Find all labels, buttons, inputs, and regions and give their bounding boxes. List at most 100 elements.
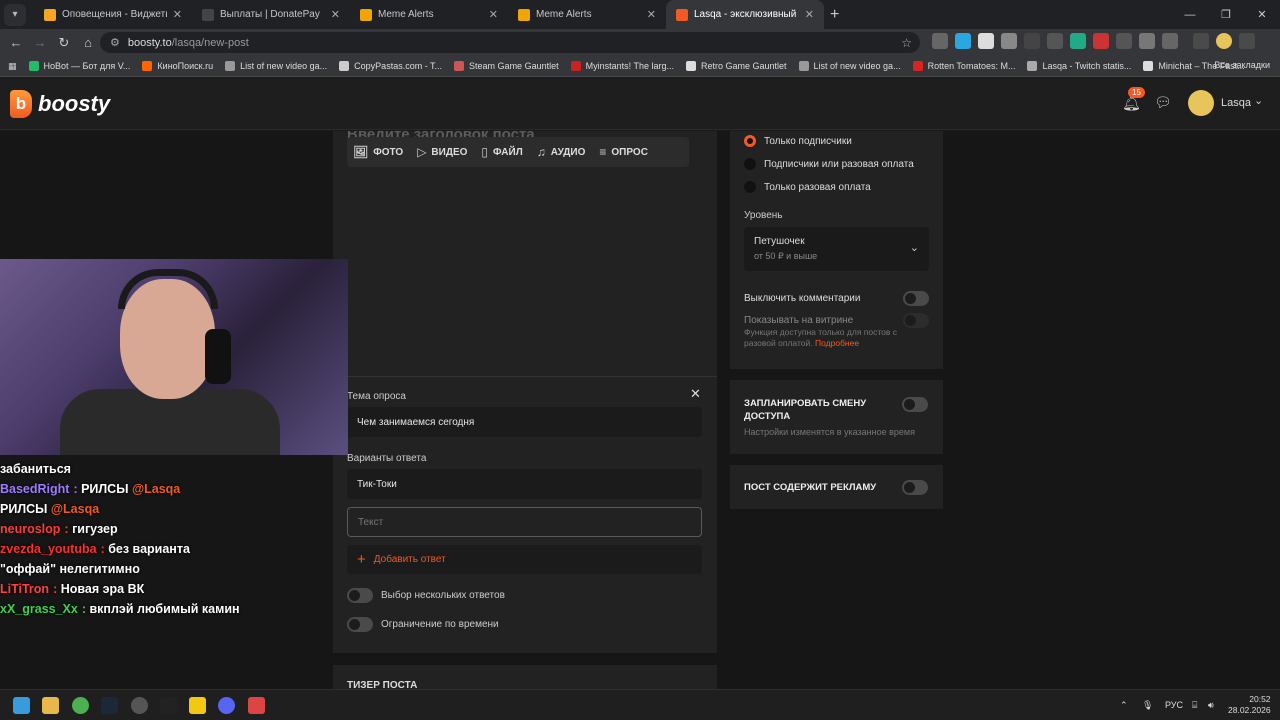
home-icon[interactable]: ⌂ <box>76 35 100 50</box>
windows-start-icon[interactable] <box>13 697 30 714</box>
radio-subscribers-or-payment[interactable]: Подписчики или разовая оплата <box>744 158 914 170</box>
radio-button[interactable] <box>744 181 756 193</box>
close-tab-icon[interactable]: ✕ <box>489 8 498 21</box>
volume-icon[interactable]: 🔊︎ <box>1208 700 1214 711</box>
extension-icon[interactable] <box>1047 33 1063 49</box>
chat-message: "оффай" нелегитимно <box>0 562 140 576</box>
steam-icon[interactable] <box>101 697 118 714</box>
more-link[interactable]: Подробнее <box>815 338 859 348</box>
time-limit-toggle[interactable]: Ограничение по времени <box>347 617 499 632</box>
bookmark[interactable]: Steam Game Gauntlet <box>454 61 559 71</box>
minimize-icon[interactable]: — <box>1172 0 1208 29</box>
explorer-icon[interactable] <box>42 697 59 714</box>
memealerts-favicon-icon <box>360 8 372 21</box>
app-icon[interactable] <box>189 697 206 714</box>
divider <box>333 376 717 377</box>
browser-tab[interactable]: Meme Alerts ✕ <box>508 0 666 29</box>
bookmark[interactable]: List of new video ga... <box>225 61 327 71</box>
add-audio-button[interactable]: ♫ АУДИО <box>537 145 586 159</box>
browser-tab[interactable]: Оповещения - Виджеты - Don✕ <box>34 0 192 29</box>
disable-comments-toggle[interactable] <box>903 291 929 306</box>
radio-payment-only[interactable]: Только разовая оплата <box>744 181 871 193</box>
app-icon[interactable] <box>160 697 177 714</box>
multi-answer-toggle[interactable]: Выбор нескольких ответов <box>347 588 505 603</box>
restore-icon[interactable]: ❐ <box>1208 0 1244 29</box>
poll-topic-input[interactable]: Чем занимаемся сегодня <box>347 407 702 437</box>
network-icon[interactable]: ⌸ <box>1192 700 1197 711</box>
profile-icon[interactable] <box>1216 33 1232 49</box>
forward-icon[interactable]: → <box>28 35 52 50</box>
ads-toggle[interactable] <box>902 480 928 495</box>
menu-icon[interactable] <box>1239 33 1255 49</box>
poll-answers-label: Варианты ответа <box>347 453 427 464</box>
bookmark[interactable]: CopyPastas.com - T... <box>339 61 442 71</box>
chat-message: РИЛСЫ @Lasqa <box>0 502 100 516</box>
extension-icon[interactable] <box>1116 33 1132 49</box>
mic-tray-icon[interactable]: 🎙︎ <box>1142 700 1153 711</box>
notification-badge: 15 <box>1128 87 1145 98</box>
tray-chevron-icon[interactable]: ⌃ <box>1120 700 1128 711</box>
browser-tab[interactable]: Meme Alerts ✕ <box>350 0 508 29</box>
bookmark-star-icon[interactable]: ☆ <box>901 36 912 50</box>
poll-answer-input-empty[interactable]: Текст <box>347 507 702 537</box>
all-bookmarks[interactable]: Все закладки <box>1214 60 1270 70</box>
browser-tab[interactable]: Выплаты | DonatePay ✕ <box>192 0 350 29</box>
close-tab-icon[interactable]: ✕ <box>805 8 814 21</box>
back-icon[interactable]: ← <box>4 35 28 50</box>
chrome-icon[interactable] <box>72 697 89 714</box>
bookmark[interactable]: КиноПоиск.ru <box>142 61 213 71</box>
add-file-button[interactable]: ▯ ФАЙЛ <box>481 145 522 159</box>
avatar[interactable] <box>1188 90 1214 116</box>
add-video-button[interactable]: ▷ ВИДЕО <box>417 145 467 159</box>
address-bar[interactable]: ⚙ boosty.to/lasqa/new-post ☆ <box>100 32 920 53</box>
app-icon[interactable] <box>248 697 265 714</box>
browser-tab-active[interactable]: Lasqa - эксклюзивный контен✕ <box>666 0 824 29</box>
radio-subscribers-only[interactable]: Только подписчики <box>744 135 852 147</box>
extension-icon[interactable] <box>978 33 994 49</box>
add-answer-button[interactable]: + Добавить ответ <box>347 545 702 574</box>
messages-icon[interactable]: 💬︎ <box>1154 94 1172 111</box>
obs-icon[interactable] <box>131 697 148 714</box>
close-tab-icon[interactable]: ✕ <box>173 8 182 21</box>
extension-icon[interactable] <box>1024 33 1040 49</box>
radio-button[interactable] <box>744 135 756 147</box>
tab-search-button[interactable]: ▾ <box>4 3 26 26</box>
toggle-switch[interactable] <box>347 617 373 632</box>
clock[interactable]: 20:52 28.02.2026 <box>1228 694 1271 716</box>
user-name[interactable]: Lasqa <box>1221 97 1251 109</box>
new-tab-button[interactable]: + <box>830 6 839 24</box>
close-tab-icon[interactable]: ✕ <box>647 8 656 21</box>
extension-icon[interactable] <box>1139 33 1155 49</box>
extension-icon[interactable] <box>1070 33 1086 49</box>
bookmark[interactable]: List of new video ga... <box>798 61 901 71</box>
close-window-icon[interactable]: ✕ <box>1244 0 1280 29</box>
extension-icon[interactable] <box>1093 33 1109 49</box>
puzzle-icon[interactable] <box>1162 33 1178 49</box>
discord-icon[interactable] <box>218 697 235 714</box>
reload-icon[interactable]: ↻ <box>52 35 76 51</box>
bookmark[interactable]: Retro Game Gauntlet <box>685 61 787 71</box>
add-poll-button[interactable]: ≡ ОПРОС <box>599 145 648 159</box>
add-photo-button[interactable]: 🖼︎ ФОТО <box>353 145 403 159</box>
close-tab-icon[interactable]: ✕ <box>331 8 340 21</box>
language-indicator[interactable]: РУС <box>1165 700 1183 710</box>
extension-icon[interactable] <box>1001 33 1017 49</box>
toggle-switch[interactable] <box>347 588 373 603</box>
radio-button[interactable] <box>744 158 756 170</box>
level-select[interactable]: Петушочек от 50 ₽ и выше ⌄ <box>744 227 929 271</box>
schedule-toggle[interactable] <box>902 397 928 412</box>
bookmark[interactable]: Lasqa - Twitch statis... <box>1027 61 1131 71</box>
site-info-icon[interactable]: ⚙ <box>110 36 120 49</box>
close-poll-icon[interactable]: ✕ <box>690 386 701 402</box>
reading-list-icon[interactable] <box>1193 33 1209 49</box>
poll-answer-input[interactable]: Тик-Токи <box>347 469 702 499</box>
bookmark[interactable]: Rotten Tomatoes: M... <box>912 61 1015 71</box>
extension-icon[interactable] <box>955 33 971 49</box>
boosty-logo[interactable]: b boosty <box>10 90 110 118</box>
apps-icon[interactable]: ▦ <box>8 61 17 72</box>
bookmark[interactable]: HoBot — Бот для V... <box>28 61 130 71</box>
chevron-down-icon[interactable]: ⌄ <box>1254 94 1263 107</box>
extension-icon[interactable] <box>932 33 948 49</box>
bookmark[interactable]: Myinstants! The larg... <box>570 61 674 71</box>
showcase-toggle[interactable] <box>903 313 929 328</box>
